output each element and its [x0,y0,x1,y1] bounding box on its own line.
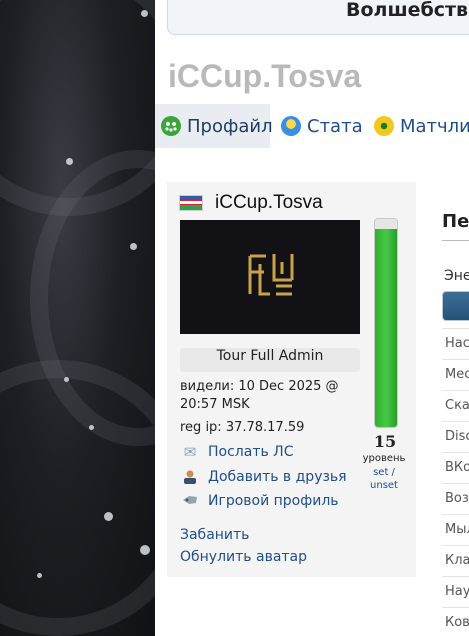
energy-label: Эне [444,268,469,284]
add-friend-icon [180,469,200,485]
level-set-link[interactable]: set / [373,467,395,478]
level-label: уровень [362,453,406,464]
settings-row: Мыл [442,514,469,545]
settings-row: Ска [442,390,469,421]
top-banner[interactable]: Волшебств [167,0,469,35]
level-bar-fill [375,229,397,427]
username-row: iCCup.Tosva [179,192,323,214]
reg-ip: reg ip: 37.78.17.59 [180,420,305,435]
stats-icon [281,116,301,136]
main-content: Волшебств iCCup.Tosva Профайл Стата Матч… [155,0,469,636]
heading-divider [442,240,469,241]
username: iCCup.Tosva [215,192,323,213]
settings-row: Нау [442,576,469,607]
game-profile-icon [180,493,200,509]
tab-stats-label: Стата [307,115,363,137]
level-value: 15 [373,432,397,451]
ban-link[interactable]: Забанить [180,527,249,543]
profile-icon [161,116,181,136]
game-profile-label: Игровой профиль [208,493,339,509]
profile-card: iCCup.Tosva 15 уровень set / unset Tour … [167,182,416,577]
avatar [180,220,360,334]
tab-profile[interactable]: Профайл [155,104,273,148]
add-friend-link[interactable]: Добавить в друзья [180,469,347,485]
page-title: iCCup.Tosva [168,58,362,94]
tab-matchlist[interactable]: Матчлис [374,104,469,148]
tab-profile-label: Профайл [187,115,273,137]
settings-row: Нас [442,328,469,359]
last-seen: видели: 10 Dec 2025 @ 20:57 MSK [180,379,339,412]
send-message-label: Послать ЛС [208,444,294,460]
settings-row: ВКо [442,452,469,483]
level-bar [374,218,398,428]
role-badge: Tour Full Admin [180,348,360,372]
tokyo-revengers-logo [248,254,294,296]
section-heading: Пе [442,211,469,232]
flag-icon [179,195,203,211]
settings-row: Воз [442,483,469,514]
tab-matchlist-label: Матчлис [400,115,469,137]
settings-row: Кла [442,545,469,576]
background-art [0,0,155,636]
game-profile-link[interactable]: Игровой профиль [180,493,339,509]
banner-text: Волшебств [346,0,469,21]
envelope-icon: ✉ [183,443,197,461]
level-set-unset: set / unset [360,466,408,492]
send-message-link[interactable]: ✉ Послать ЛС [180,443,294,461]
tab-stats[interactable]: Стата [281,104,363,148]
add-friend-label: Добавить в друзья [208,469,347,485]
reset-avatar-link[interactable]: Обнулить аватар [180,549,307,565]
matchlist-icon [374,116,394,136]
level-unset-link[interactable]: unset [370,480,398,491]
settings-row: Ков [442,607,469,636]
settings-row: Мес [442,359,469,390]
profile-tabs: Профайл Стата Матчлис [155,104,469,148]
settings-row: Disc [442,421,469,452]
energy-bar [442,291,469,321]
